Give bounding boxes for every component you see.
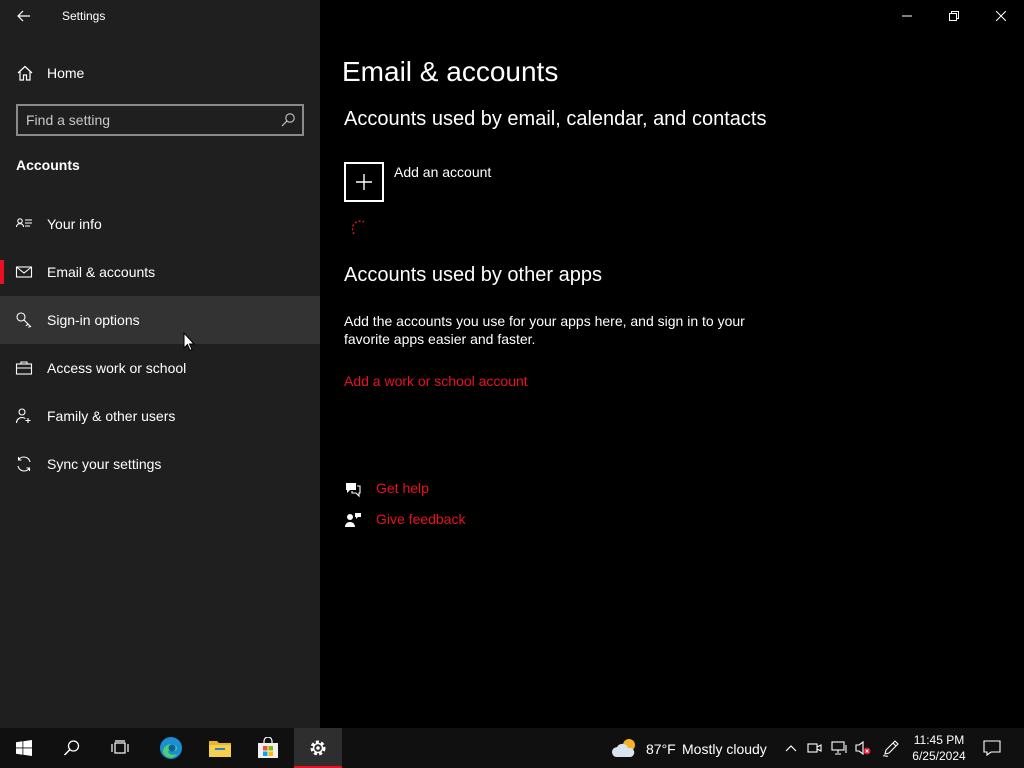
settings-sidebar: Settings Home Accounts Your info Email &… (0, 0, 320, 728)
add-work-school-account-link[interactable]: Add a work or school account (344, 373, 528, 389)
weather-condition: Mostly cloudy (682, 741, 767, 757)
edge-icon (160, 737, 182, 759)
sidebar-item-home[interactable]: Home (0, 56, 320, 90)
mouse-cursor-icon (183, 332, 195, 352)
key-icon (16, 312, 32, 328)
section-heading-email-accounts: Accounts used by email, calendar, and co… (344, 108, 767, 130)
action-center-button[interactable] (980, 728, 1004, 768)
plus-icon (356, 174, 372, 190)
pen-icon (882, 740, 899, 757)
sidebar-item-your-info[interactable]: Your info (0, 200, 320, 248)
store-icon (258, 737, 278, 758)
close-button[interactable] (978, 0, 1024, 32)
app-title: Settings (62, 9, 106, 23)
volume-muted-icon (855, 740, 871, 756)
store-taskbar-button[interactable] (244, 728, 292, 768)
sync-icon (17, 456, 31, 472)
window-controls (884, 0, 1024, 32)
search-icon[interactable] (280, 112, 296, 128)
home-icon (17, 65, 33, 81)
search-icon (63, 740, 80, 756)
sidebar-item-label: Sign-in options (47, 312, 140, 328)
minimize-button[interactable] (884, 0, 930, 32)
sidebar-item-label: Email & accounts (47, 264, 156, 280)
add-person-icon (15, 408, 31, 424)
contact-card-icon (15, 218, 32, 228)
clock-date: 6/25/2024 (912, 749, 966, 763)
file-explorer-taskbar-button[interactable] (196, 728, 244, 768)
briefcase-icon (15, 361, 33, 375)
notification-icon (983, 740, 1001, 756)
sidebar-item-label: Family & other users (47, 408, 176, 424)
page-title: Email & accounts (342, 56, 559, 87)
search-box[interactable] (16, 104, 304, 136)
back-arrow-icon (17, 10, 30, 22)
chevron-up-icon (785, 745, 797, 752)
task-view-icon (111, 740, 129, 754)
settings-taskbar-button[interactable] (294, 728, 342, 768)
tray-volume[interactable] (852, 728, 874, 768)
settings-icon (310, 740, 326, 756)
tray-pen-workspace[interactable] (880, 728, 902, 768)
close-icon (996, 11, 1006, 21)
sidebar-item-sign-in-options[interactable]: Sign-in options (0, 296, 320, 344)
get-help-link[interactable]: Get help (376, 480, 429, 496)
sidebar-item-family-other-users[interactable]: Family & other users (0, 392, 320, 440)
network-icon (831, 741, 847, 755)
sidebar-item-access-work-school[interactable]: Access work or school (0, 344, 320, 392)
sidebar-item-label: Access work or school (47, 360, 187, 376)
section-heading: Accounts (16, 157, 80, 173)
weather-widget[interactable]: 87°F Mostly cloudy (612, 728, 782, 768)
taskbar: 87°F Mostly cloudy 11:45 PM 6/25/2024 (0, 728, 1024, 768)
give-feedback-icon (345, 513, 361, 527)
show-hidden-icons-button[interactable] (780, 728, 802, 768)
add-account-label: Add an account (394, 164, 492, 180)
start-button[interactable] (0, 728, 48, 768)
section-heading-other-apps: Accounts used by other apps (344, 264, 602, 286)
add-account-button[interactable]: Add an account (344, 162, 644, 202)
minimize-icon (902, 15, 912, 17)
get-help-icon (346, 483, 361, 498)
get-help-row[interactable]: Get help (344, 479, 544, 501)
sidebar-item-label: Home (47, 65, 85, 81)
selection-indicator (0, 260, 4, 284)
mail-icon (15, 266, 33, 278)
taskbar-clock[interactable]: 11:45 PM 6/25/2024 (906, 732, 972, 764)
section-description: Add the accounts you use for your apps h… (344, 313, 745, 347)
partly-cloudy-icon (612, 739, 635, 757)
give-feedback-row[interactable]: Give feedback (344, 510, 544, 532)
task-view-button[interactable] (96, 728, 144, 768)
video-camera-icon (807, 743, 822, 753)
file-explorer-icon (209, 741, 231, 757)
back-button[interactable] (10, 4, 38, 28)
edge-taskbar-button[interactable] (147, 728, 195, 768)
tray-network[interactable] (828, 728, 850, 768)
sidebar-item-label: Your info (47, 216, 102, 232)
weather-temperature: 87°F (646, 741, 676, 757)
title-bar: Settings (0, 0, 320, 32)
taskbar-search-button[interactable] (48, 728, 96, 768)
give-feedback-link[interactable]: Give feedback (376, 511, 466, 527)
add-box (344, 162, 384, 202)
restore-icon (949, 11, 959, 21)
search-input[interactable] (26, 111, 276, 129)
start-icon (16, 740, 32, 756)
sidebar-item-label: Sync your settings (47, 456, 162, 472)
sidebar-item-sync-settings[interactable]: Sync your settings (0, 440, 320, 488)
sidebar-item-email-accounts[interactable]: Email & accounts (0, 248, 320, 296)
tray-meet-now[interactable] (804, 728, 826, 768)
clock-time: 11:45 PM (913, 733, 965, 747)
restore-button[interactable] (931, 0, 977, 32)
loading-spinner-icon (352, 220, 365, 235)
